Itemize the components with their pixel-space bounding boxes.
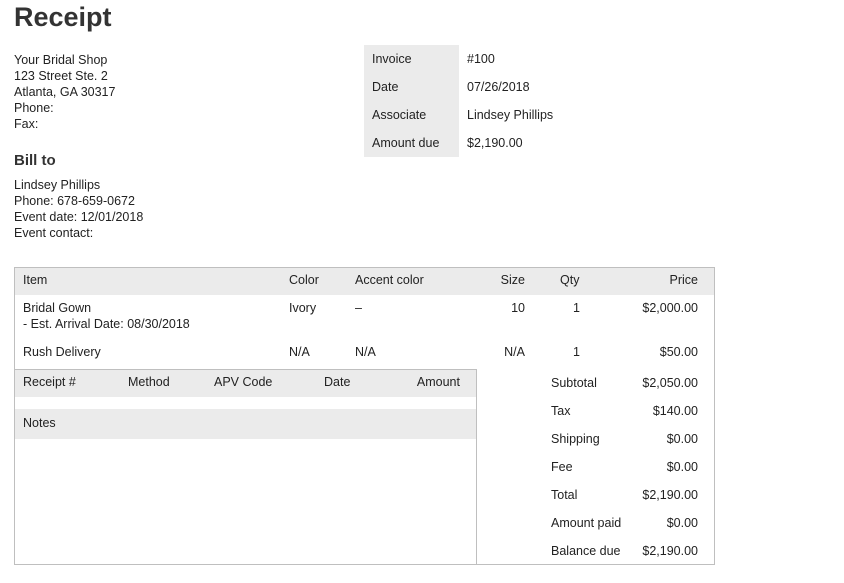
- meta-row-date: Date 07/26/2018: [364, 73, 553, 101]
- shop-fax: Fax:: [14, 117, 39, 131]
- notes-header: Notes: [15, 409, 476, 439]
- header-receipt-number: Receipt #: [23, 375, 76, 389]
- item-price: $50.00: [659, 345, 698, 359]
- item-qty: 1: [573, 301, 580, 315]
- header-color: Color: [289, 273, 319, 287]
- totals-label: Balance due: [551, 544, 621, 558]
- meta-row-invoice: Invoice #100: [364, 45, 553, 73]
- meta-label: Date: [364, 73, 459, 101]
- header-amount: Amount: [416, 375, 460, 389]
- meta-row-associate: Associate Lindsey Phillips: [364, 101, 553, 129]
- shop-phone: Phone:: [14, 101, 54, 115]
- item-price: $2,000.00: [642, 301, 698, 315]
- header-method: Method: [128, 375, 170, 389]
- totals-value: $140.00: [652, 404, 698, 418]
- bill-to-details: Lindsey Phillips Phone: 678-659-0672 Eve…: [14, 177, 143, 241]
- header-item: Item: [23, 273, 48, 287]
- bill-to-name: Lindsey Phillips: [14, 178, 101, 192]
- notes-label: Notes: [23, 416, 56, 430]
- payments-table: Receipt # Method APV Code Date Amount No…: [15, 369, 477, 565]
- totals-row-tax: Tax $140.00: [551, 397, 701, 425]
- totals-row-total: Total $2,190.00: [551, 481, 701, 509]
- totals-value: $0.00: [666, 516, 698, 530]
- totals-row-balance-due: Balance due $2,190.00: [551, 537, 701, 565]
- header-accent-color: Accent color: [355, 273, 424, 287]
- bill-to-heading: Bill to: [14, 152, 56, 169]
- shop-address: Your Bridal Shop 123 Street Ste. 2 Atlan…: [14, 52, 115, 132]
- item-accent-color: N/A: [355, 345, 376, 359]
- payments-header-row: Receipt # Method APV Code Date Amount: [15, 370, 476, 397]
- totals-value: $0.00: [666, 432, 698, 446]
- totals-summary: Subtotal $2,050.00 Tax $140.00 Shipping …: [551, 369, 701, 565]
- totals-value: $2,190.00: [642, 544, 698, 558]
- totals-value: $2,050.00: [642, 376, 698, 390]
- bill-to-event-date: Event date: 12/01/2018: [14, 210, 144, 224]
- invoice-meta-table: Invoice #100 Date 07/26/2018 Associate L…: [364, 45, 553, 157]
- item-qty: 1: [573, 345, 580, 359]
- header-price: Price: [669, 273, 698, 287]
- meta-row-amount-due: Amount due $2,190.00: [364, 129, 553, 157]
- totals-value: $2,190.00: [642, 488, 698, 502]
- totals-label: Amount paid: [551, 516, 622, 530]
- totals-label: Tax: [551, 404, 571, 418]
- shop-name: Your Bridal Shop: [14, 53, 108, 67]
- meta-label: Invoice: [364, 45, 459, 73]
- totals-row-subtotal: Subtotal $2,050.00: [551, 369, 701, 397]
- totals-label: Shipping: [551, 432, 600, 446]
- meta-value: 07/26/2018: [467, 80, 530, 94]
- page-title: Receipt: [14, 2, 112, 32]
- item-name: Bridal Gown: [23, 301, 92, 315]
- totals-row-amount-paid: Amount paid $0.00: [551, 509, 701, 537]
- item-accent-color: –: [355, 301, 362, 315]
- meta-value: #100: [467, 52, 495, 66]
- meta-value: $2,190.00: [467, 136, 523, 150]
- bill-to-event-contact: Event contact:: [14, 226, 94, 240]
- totals-label: Subtotal: [551, 376, 597, 390]
- meta-label: Amount due: [364, 129, 459, 157]
- totals-row-shipping: Shipping $0.00: [551, 425, 701, 453]
- item-size: N/A: [504, 345, 525, 359]
- item-name: Rush Delivery: [23, 345, 101, 359]
- item-note: - Est. Arrival Date: 08/30/2018: [23, 317, 190, 331]
- items-table: Item Color Accent color Size Qty Price B…: [14, 267, 715, 565]
- bill-to-phone: Phone: 678-659-0672: [14, 194, 135, 208]
- shop-address-line2: Atlanta, GA 30317: [14, 85, 116, 99]
- totals-value: $0.00: [666, 460, 698, 474]
- header-apv-code: APV Code: [214, 375, 273, 389]
- item-color: Ivory: [289, 301, 317, 315]
- totals-label: Total: [551, 488, 578, 502]
- shop-address-line1: 123 Street Ste. 2: [14, 69, 108, 83]
- meta-label: Associate: [364, 101, 459, 129]
- totals-label: Fee: [551, 460, 573, 474]
- header-qty: Qty: [560, 273, 580, 287]
- header-size: Size: [500, 273, 525, 287]
- totals-row-fee: Fee $0.00: [551, 453, 701, 481]
- header-date: Date: [324, 375, 351, 389]
- meta-value: Lindsey Phillips: [467, 108, 554, 122]
- item-size: 10: [511, 301, 525, 315]
- items-header-row: Item Color Accent color Size Qty Price: [15, 268, 714, 295]
- item-color: N/A: [289, 345, 310, 359]
